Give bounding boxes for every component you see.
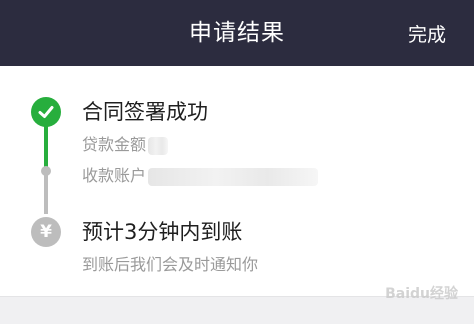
timeline-line-completed (44, 120, 48, 172)
receiving-account-label: 收款账户 (82, 166, 147, 185)
receiving-account-blurred-value (148, 167, 319, 186)
receiving-account-row: 收款账户 (82, 162, 319, 186)
page-title: 申请结果 (189, 20, 285, 46)
watermark: Baidu经验 (385, 286, 458, 302)
yuan-icon: ¥ (31, 217, 61, 247)
header-bar: 申请结果 完成 (0, 0, 474, 66)
step-title-arrival-estimate: 预计3分钟内到账 (82, 220, 243, 244)
loan-amount-row: 贷款金额 (82, 131, 169, 155)
loan-amount-blurred-value (148, 136, 169, 155)
timeline-line-pending (44, 172, 48, 214)
notification-note: 到账后我们会及时通知你 (82, 255, 259, 274)
loan-amount-label: 贷款金额 (82, 135, 147, 154)
timeline-dot (41, 166, 51, 176)
done-button[interactable]: 完成 (408, 0, 446, 66)
step-title-contract-signed: 合同签署成功 (82, 100, 208, 124)
check-icon (31, 97, 61, 127)
